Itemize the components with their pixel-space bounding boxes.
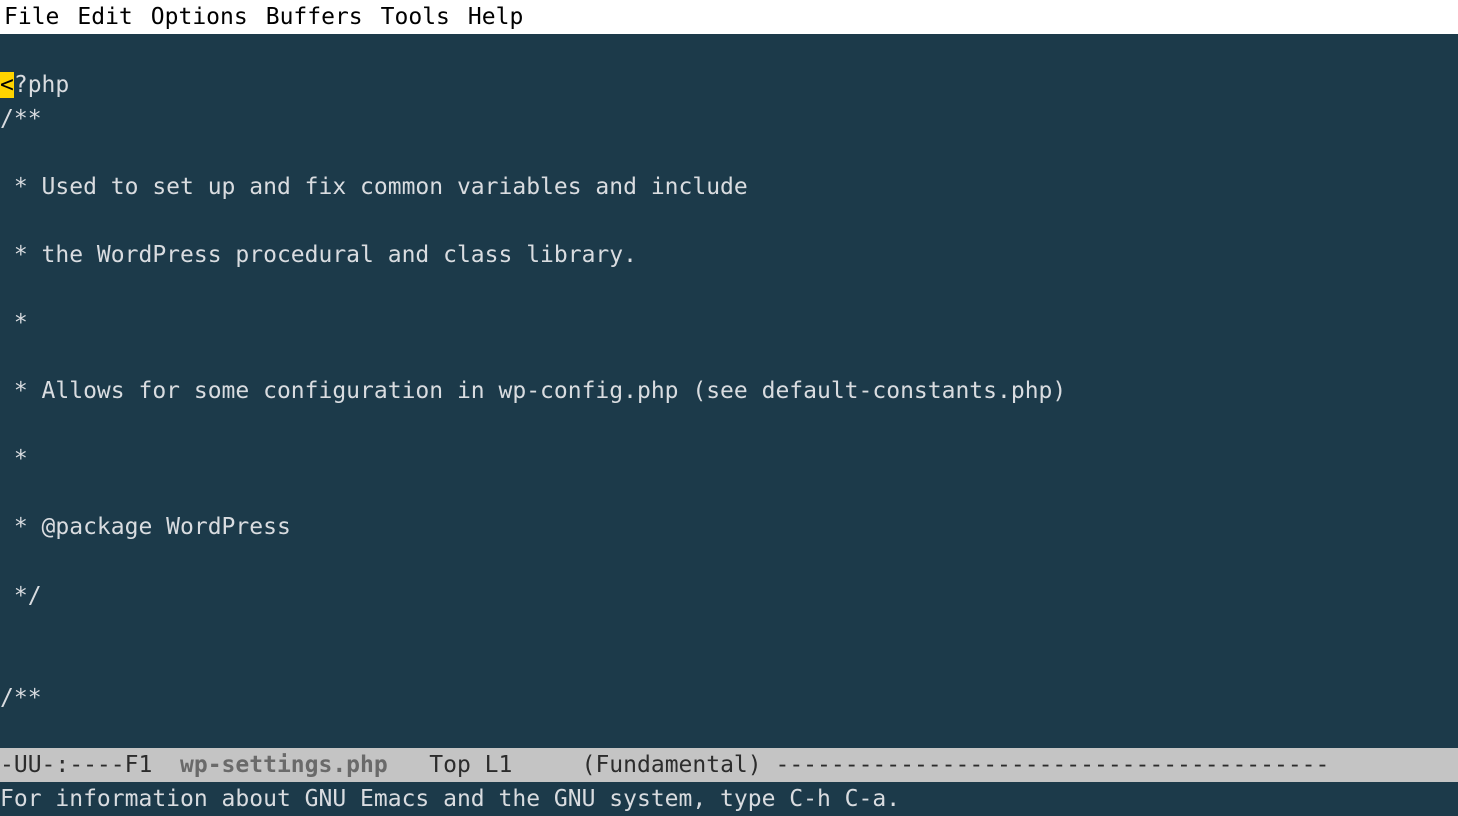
code-line: /**: [0, 102, 1458, 136]
menu-bar: File Edit Options Buffers Tools Help: [0, 0, 1458, 34]
code-line: * @package WordPress: [0, 510, 1458, 544]
mode-line-dashes: ----------------------------------------: [775, 752, 1329, 778]
mode-line-buffer-name: wp-settings.php: [180, 752, 388, 778]
menu-options[interactable]: Options: [151, 0, 258, 34]
code-line: * the WordPress procedural and class lib…: [0, 238, 1458, 272]
menu-help[interactable]: Help: [468, 0, 533, 34]
menu-edit[interactable]: Edit: [77, 0, 142, 34]
mode-line: -UU-:----F1 wp-settings.php Top L1 (Fund…: [0, 748, 1458, 782]
minibuffer[interactable]: For information about GNU Emacs and the …: [0, 782, 1458, 816]
code-line: *: [0, 442, 1458, 476]
mode-line-position: Top L1: [388, 752, 582, 778]
code-text: ?php: [14, 72, 69, 98]
code-line: * Used to set up and fix common variable…: [0, 170, 1458, 204]
code-line: <?php: [0, 68, 1458, 102]
code-line: /**: [0, 681, 1458, 715]
code-line: */: [0, 579, 1458, 613]
menu-buffers[interactable]: Buffers: [266, 0, 373, 34]
code-line: *: [0, 306, 1458, 340]
cursor: <: [0, 72, 14, 98]
menu-file[interactable]: File: [4, 0, 69, 34]
code-line: * Allows for some configuration in wp-co…: [0, 374, 1458, 408]
menu-tools[interactable]: Tools: [381, 0, 460, 34]
editor-area[interactable]: <?php/** * Used to set up and fix common…: [0, 34, 1458, 748]
mode-line-status: -UU-:----F1: [0, 752, 180, 778]
mode-line-mode: (Fundamental): [582, 752, 776, 778]
